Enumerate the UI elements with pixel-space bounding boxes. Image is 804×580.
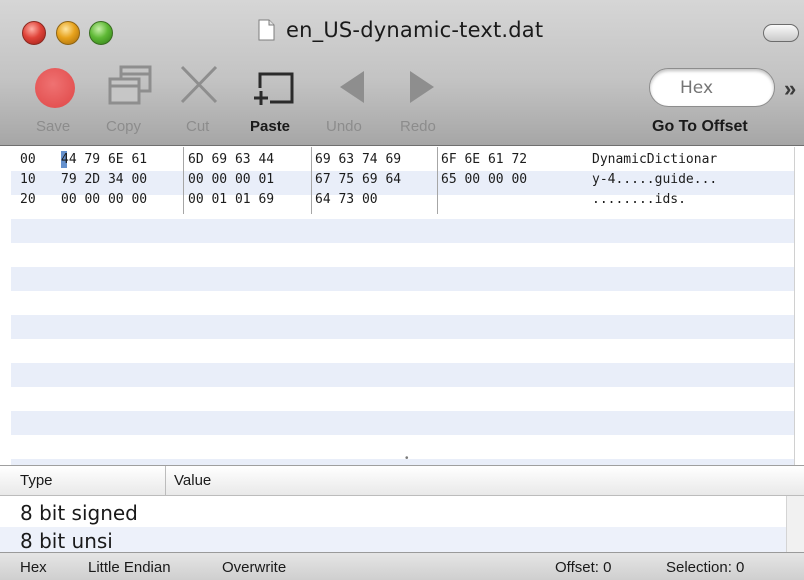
scissors-icon: [178, 64, 222, 113]
minimize-window-button[interactable]: [56, 21, 80, 45]
status-bar: Hex Little Endian Overwrite Offset: 0 Se…: [0, 552, 804, 580]
hex-bytes-group[interactable]: 69 63 74 69: [315, 151, 401, 168]
inspector-row[interactable]: 8 bit signed: [0, 499, 786, 527]
status-endian[interactable]: Little Endian: [88, 559, 171, 576]
window-toolbar: en_US-dynamic-text.dat Save Copy Cut Pas…: [0, 0, 804, 146]
group-separator: [437, 147, 438, 214]
hex-bytes-group[interactable]: 00 01 01 69: [188, 191, 274, 208]
hex-bytes-group[interactable]: 00 00 00 00: [61, 191, 147, 208]
row-offset: 20: [20, 192, 36, 207]
data-inspector: Type Value 8 bit signed 8 bit unsi: [0, 465, 804, 553]
copy-button[interactable]: Copy: [96, 60, 162, 146]
column-header-value[interactable]: Value: [174, 472, 211, 489]
document-icon: [258, 19, 275, 41]
paste-button[interactable]: Paste: [240, 60, 304, 146]
arrow-right-icon: [404, 68, 440, 113]
undo-label: Undo: [326, 118, 362, 135]
inspector-scrollbar[interactable]: [786, 496, 804, 553]
inspector-type: 8 bit signed: [20, 501, 138, 525]
column-divider: [165, 466, 166, 496]
hex-row[interactable]: 10 79 2D 34 00 00 00 00 01 67 75 69 64 6…: [0, 171, 717, 188]
inspector-header: Type Value: [0, 466, 804, 496]
hex-row[interactable]: 20 00 00 00 00 00 01 01 69 64 73 00 ....…: [0, 191, 686, 208]
hex-view-scrollbar[interactable]: [794, 147, 804, 465]
hex-bytes-group[interactable]: 65 00 00 00: [441, 171, 527, 188]
redo-label: Redo: [400, 118, 436, 135]
ascii-text[interactable]: DynamicDictionar: [592, 151, 717, 168]
save-button[interactable]: Save: [24, 60, 84, 146]
hex-bytes-group[interactable]: 6F 6E 61 72: [441, 151, 527, 168]
hex-bytes-group[interactable]: 67 75 69 64: [315, 171, 401, 188]
copy-windows-icon: [107, 64, 153, 111]
ascii-text[interactable]: y-4.....guide...: [592, 171, 717, 188]
status-selection: Selection: 0: [666, 559, 745, 576]
paste-icon: [250, 68, 296, 117]
window-title: en_US-dynamic-text.dat: [286, 18, 544, 42]
arrow-left-icon: [334, 68, 370, 113]
go-to-offset-label: Go To Offset: [652, 118, 748, 135]
toolbar-toggle-button[interactable]: [763, 24, 799, 42]
save-label: Save: [36, 118, 71, 135]
hex-bytes-group[interactable]: 6D 69 63 44: [188, 151, 274, 168]
close-window-button[interactable]: [22, 21, 46, 45]
row-offset: 10: [20, 172, 36, 187]
group-separator: [183, 147, 184, 214]
hex-bytes-group[interactable]: 44 79 6E 61: [61, 151, 147, 168]
hex-bytes-group[interactable]: 00 00 00 01: [188, 171, 274, 188]
status-insert-mode[interactable]: Overwrite: [222, 559, 286, 576]
redo-button[interactable]: Redo: [392, 60, 456, 146]
cut-label: Cut: [186, 118, 210, 135]
status-mode[interactable]: Hex: [20, 559, 47, 576]
group-separator: [311, 147, 312, 214]
status-offset: Offset: 0: [555, 559, 612, 576]
hex-bytes-group[interactable]: 79 2D 34 00: [61, 171, 147, 188]
split-resize-handle[interactable]: •: [405, 453, 409, 464]
window-title-area: en_US-dynamic-text.dat: [258, 14, 543, 46]
column-header-type[interactable]: Type: [20, 472, 53, 489]
hex-bytes-group[interactable]: 64 73 00: [315, 191, 378, 208]
hex-row[interactable]: 00 44 79 6E 61 6D 69 63 44 69 63 74 69 6…: [0, 151, 717, 168]
copy-label: Copy: [106, 118, 142, 135]
toolbar-overflow-icon[interactable]: »: [784, 76, 796, 102]
cut-button[interactable]: Cut: [172, 60, 228, 146]
record-circle-icon: [35, 68, 75, 108]
row-offset: 00: [20, 152, 36, 167]
paste-label: Paste: [250, 118, 291, 135]
inspector-row[interactable]: 8 bit unsi: [0, 527, 786, 553]
ascii-text[interactable]: ........ids.: [592, 191, 686, 208]
zoom-window-button[interactable]: [89, 21, 113, 45]
undo-button[interactable]: Undo: [318, 60, 382, 146]
go-to-offset-field[interactable]: [649, 68, 775, 107]
inspector-type: 8 bit unsi: [20, 529, 113, 553]
